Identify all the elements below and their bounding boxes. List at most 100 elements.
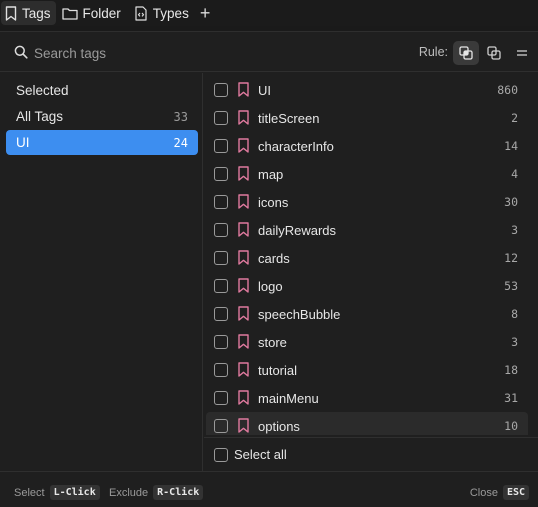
scope-item-selected[interactable]: Selected bbox=[6, 78, 198, 103]
tag-label: map bbox=[258, 166, 284, 182]
tag-row[interactable]: characterInfo 14 bbox=[206, 132, 528, 160]
tag-label: characterInfo bbox=[258, 138, 334, 154]
tag-row[interactable]: dailyRewards 3 bbox=[206, 216, 528, 244]
folder-icon bbox=[61, 7, 78, 20]
tag-count: 31 bbox=[504, 391, 518, 405]
tag-row[interactable]: logo 53 bbox=[206, 272, 528, 300]
tab-bar: Tags Folder Types + bbox=[0, 0, 538, 26]
bookmark-icon bbox=[238, 166, 249, 181]
tag-checkbox[interactable] bbox=[214, 111, 228, 125]
tag-count: 30 bbox=[504, 195, 518, 209]
tag-row[interactable]: map 4 bbox=[206, 160, 528, 188]
tag-checkbox[interactable] bbox=[214, 139, 228, 153]
add-tab-button[interactable]: + bbox=[200, 4, 211, 22]
tag-list: UI 860 titleScreen 2 characterInfo 14 map 4 icon… bbox=[204, 73, 538, 435]
tag-checkbox[interactable] bbox=[214, 83, 228, 97]
tag-count: 2 bbox=[511, 111, 518, 125]
search-row: Rule: bbox=[0, 32, 538, 72]
tag-label: tutorial bbox=[258, 362, 298, 378]
tag-checkbox[interactable] bbox=[214, 419, 228, 433]
tag-label: mainMenu bbox=[258, 390, 319, 406]
select-all-row[interactable]: Select all bbox=[204, 437, 538, 470]
bookmark-icon bbox=[238, 278, 249, 293]
scope-label: UI bbox=[16, 135, 30, 150]
tag-row[interactable]: store 3 bbox=[206, 328, 528, 356]
bookmark-icon bbox=[238, 194, 249, 209]
tag-count: 18 bbox=[504, 363, 518, 377]
tag-label: logo bbox=[258, 278, 283, 294]
search-input[interactable] bbox=[34, 43, 334, 63]
tag-row[interactable]: UI 860 bbox=[206, 76, 528, 104]
bookmark-icon bbox=[238, 250, 249, 265]
tag-filter-panel: Rule: Selected All Tags 33 UI 24 UI860ti… bbox=[0, 31, 538, 507]
scope-label: Selected bbox=[16, 83, 69, 98]
scope-item-all-tags[interactable]: All Tags 33 bbox=[6, 104, 198, 129]
tag-checkbox[interactable] bbox=[214, 223, 228, 237]
tag-checkbox[interactable] bbox=[214, 167, 228, 181]
kbd-key: L-Click bbox=[49, 485, 100, 500]
tag-label: icons bbox=[258, 194, 289, 210]
tag-label: UI bbox=[258, 82, 271, 98]
rule-intersect-button[interactable] bbox=[453, 41, 479, 65]
tag-count: 3 bbox=[511, 335, 518, 349]
hint-close: Close ESC bbox=[470, 485, 529, 500]
bookmark-icon bbox=[5, 5, 17, 21]
tag-count: 8 bbox=[511, 307, 518, 321]
tag-count: 4 bbox=[511, 167, 518, 181]
scope-item-ui[interactable]: UI 24 bbox=[6, 130, 198, 155]
scope-count: 33 bbox=[173, 109, 188, 124]
tab-label: Tags bbox=[22, 5, 51, 21]
rule-equals-button[interactable] bbox=[509, 41, 535, 65]
tag-count: 10 bbox=[504, 419, 518, 433]
tag-checkbox[interactable] bbox=[214, 279, 228, 293]
bookmark-icon bbox=[238, 110, 249, 125]
select-all-label: Select all bbox=[234, 446, 287, 462]
tag-count: 14 bbox=[504, 139, 518, 153]
hint-label: Select bbox=[14, 486, 45, 499]
tag-row[interactable]: mainMenu 31 bbox=[206, 384, 528, 412]
rule-label: Rule: bbox=[418, 45, 448, 59]
hint-label: Exclude bbox=[109, 486, 149, 499]
tag-checkbox[interactable] bbox=[214, 251, 228, 265]
rule-union-button[interactable] bbox=[481, 41, 507, 65]
tag-row[interactable]: tutorial 18 bbox=[206, 356, 528, 384]
tab-label: Types bbox=[152, 5, 189, 21]
scope-label: All Tags bbox=[16, 109, 64, 124]
tag-checkbox[interactable] bbox=[214, 195, 228, 209]
bookmark-icon bbox=[238, 306, 249, 321]
tag-checkbox[interactable] bbox=[214, 335, 228, 349]
select-all-checkbox[interactable] bbox=[214, 448, 228, 462]
tag-row[interactable]: icons 30 bbox=[206, 188, 528, 216]
tab-folder[interactable]: Folder bbox=[58, 1, 126, 25]
bookmark-icon bbox=[238, 362, 249, 377]
intersect-icon bbox=[459, 46, 473, 60]
kbd-key: ESC bbox=[502, 485, 529, 500]
tag-count: 12 bbox=[504, 251, 518, 265]
tag-label: store bbox=[258, 334, 287, 350]
bookmark-icon bbox=[238, 138, 249, 153]
tag-row[interactable]: titleScreen 2 bbox=[206, 104, 528, 132]
tag-checkbox[interactable] bbox=[214, 363, 228, 377]
tag-label: cards bbox=[258, 250, 290, 266]
union-icon bbox=[487, 46, 501, 60]
tag-checkbox[interactable] bbox=[214, 307, 228, 321]
code-file-icon bbox=[135, 5, 147, 21]
tab-types[interactable]: Types bbox=[130, 1, 194, 25]
tag-row[interactable]: cards 12 bbox=[206, 244, 528, 272]
tab-tags[interactable]: Tags bbox=[1, 1, 56, 25]
search-icon bbox=[14, 45, 28, 59]
tag-scope-list: Selected All Tags 33 UI 24 bbox=[0, 73, 203, 471]
tab-label: Folder bbox=[82, 5, 121, 21]
tag-row[interactable]: options 10 bbox=[206, 412, 528, 435]
scope-count: 24 bbox=[173, 135, 188, 150]
tag-checkbox[interactable] bbox=[214, 391, 228, 405]
bookmark-icon bbox=[238, 82, 249, 97]
tag-row[interactable]: speechBubble 8 bbox=[206, 300, 528, 328]
tag-label: dailyRewards bbox=[258, 222, 337, 238]
tag-label: speechBubble bbox=[258, 306, 341, 322]
equals-icon bbox=[517, 50, 527, 56]
tag-count: 860 bbox=[497, 83, 518, 97]
hint-select: Select L-Click bbox=[14, 485, 100, 500]
tag-label: options bbox=[258, 418, 300, 434]
bookmark-icon bbox=[238, 390, 249, 405]
